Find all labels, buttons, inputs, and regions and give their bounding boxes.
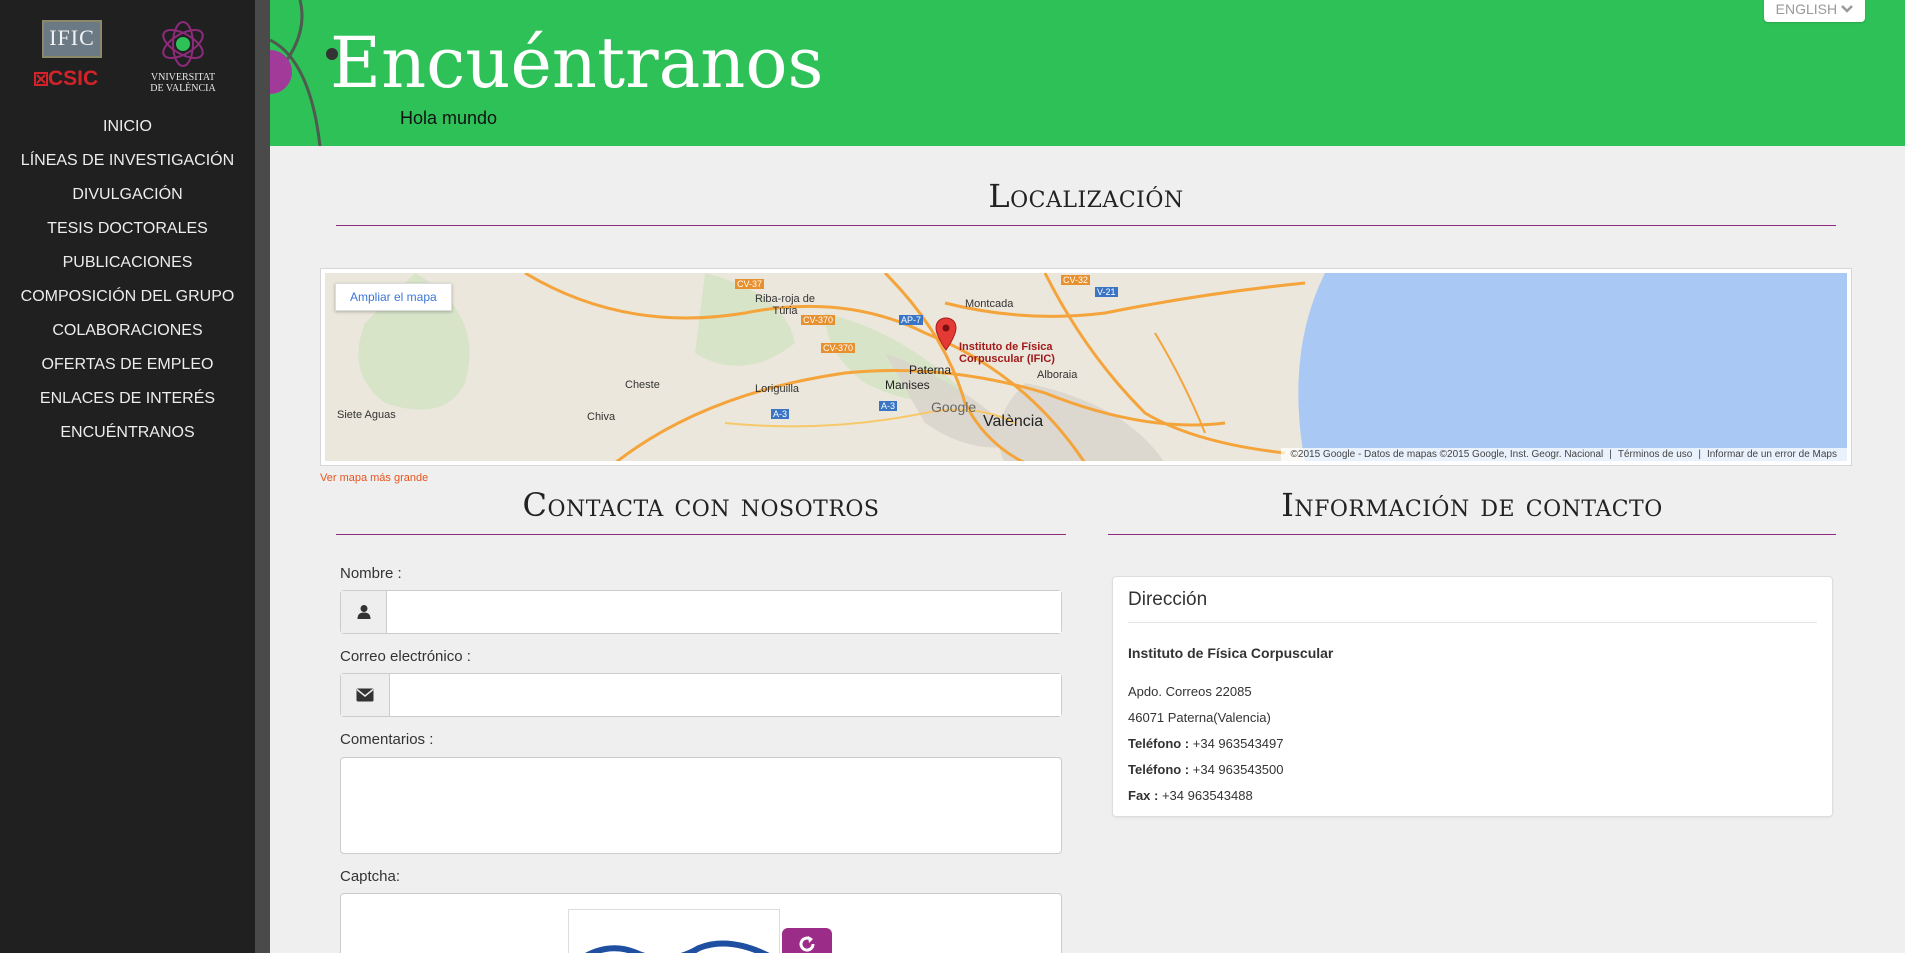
sidebar-item-lineas-investigacion[interactable]: LÍNEAS DE INVESTIGACIÓN xyxy=(0,144,255,178)
fax-row: Fax : +34 963543488 xyxy=(1128,783,1817,809)
address-panel: Dirección Instituto de Física Corpuscula… xyxy=(1112,576,1833,817)
address-line-2: 46071 Paterna(Valencia) xyxy=(1128,710,1271,725)
page-subtitle: Hola mundo xyxy=(400,108,498,128)
map-road-label: AP-7 xyxy=(899,315,924,325)
map-attribution: ©2015 Google - Datos de mapas ©2015 Goog… xyxy=(1280,448,1847,461)
email-addon xyxy=(341,674,390,716)
user-icon xyxy=(357,605,370,619)
chevron-down-icon xyxy=(1841,5,1853,13)
name-addon xyxy=(341,591,387,633)
map-place-label: Cheste xyxy=(625,379,660,391)
map-place-label: València xyxy=(983,413,1044,430)
sidebar-item-ofertas-empleo[interactable]: OFERTAS DE EMPLEO xyxy=(0,348,255,382)
sidebar-item-divulgacion[interactable]: DIVULGACIÓN xyxy=(0,178,255,212)
map-marker-icon[interactable] xyxy=(935,317,957,351)
organization-name: Instituto de Física Corpuscular xyxy=(1128,645,1334,661)
email-input[interactable] xyxy=(390,674,1061,716)
address-line-1: Apdo. Correos 22085 xyxy=(1128,684,1252,699)
captcha-label: Captcha: xyxy=(340,868,401,885)
map-place-label: Loriguilla xyxy=(755,383,800,395)
sidebar-item-publicaciones[interactable]: PUBLICACIONES xyxy=(0,246,255,280)
map-place-label: Riba-roja de Túria xyxy=(755,293,815,317)
contact-form-title: Contacta con nosotros xyxy=(522,486,880,524)
contact-form-divider xyxy=(336,534,1066,535)
contact-info-title: Información de contacto xyxy=(1281,486,1663,524)
map-road-label: CV-37 xyxy=(735,279,765,289)
phone-number-2: +34 963543500 xyxy=(1192,762,1284,777)
logos: IFIC CSIC VNIVERSITAT DE VALÈNCIA xyxy=(30,18,230,98)
captcha-image xyxy=(568,909,780,953)
uv-logo[interactable]: VNIVERSITAT DE VALÈNCIA xyxy=(138,18,228,96)
sidebar-item-enlaces-interes[interactable]: ENLACES DE INTERÉS xyxy=(0,382,255,416)
map-road-label: V-21 xyxy=(1095,287,1118,297)
language-label: ENGLISH xyxy=(1775,1,1838,17)
contact-info-divider xyxy=(1108,534,1836,535)
language-switch-button[interactable]: ENGLISH xyxy=(1763,0,1865,22)
map-place-label: Manises xyxy=(885,378,930,392)
map-place-label: Siete Aguas xyxy=(337,409,396,421)
name-input[interactable] xyxy=(387,591,1061,633)
map-road-label: CV-370 xyxy=(801,315,836,325)
map-road-label: CV-370 xyxy=(821,343,856,353)
map-copyright: ©2015 Google - Datos de mapas ©2015 Goog… xyxy=(1290,449,1604,460)
map-terms-link[interactable]: Términos de uso xyxy=(1612,449,1698,460)
enlarge-map-button[interactable]: Ampliar el mapa xyxy=(335,283,452,311)
sidebar-item-colaboraciones[interactable]: COLABORACIONES xyxy=(0,314,255,348)
envelope-icon xyxy=(356,688,374,702)
sidebar-nav: INICIO LÍNEAS DE INVESTIGACIÓN DIVULGACI… xyxy=(0,110,255,450)
phone-label: Teléfono : xyxy=(1128,762,1190,777)
location-title: Localización xyxy=(988,177,1184,215)
phone-label: Teléfono : xyxy=(1128,736,1190,751)
sidebar-item-inicio[interactable]: INICIO xyxy=(0,110,255,144)
phone-row-1: Teléfono : +34 963543497 xyxy=(1128,731,1817,757)
sidebar-item-composicion-grupo[interactable]: COMPOSICIÓN DEL GRUPO xyxy=(0,280,255,314)
sidebar-item-tesis-doctorales[interactable]: TESIS DOCTORALES xyxy=(0,212,255,246)
map-frame: Riba-roja de Túria Montcada Paterna Mani… xyxy=(320,268,1852,466)
map-place-label: Chiva xyxy=(587,411,616,423)
address-panel-title: Dirección xyxy=(1128,589,1817,623)
ific-logo[interactable]: IFIC xyxy=(42,20,102,58)
google-map-logo: Google xyxy=(931,399,977,415)
comments-label: Comentarios : xyxy=(340,731,434,748)
map-road-label: A-3 xyxy=(771,409,790,419)
sidebar-edge xyxy=(255,0,270,953)
email-input-group xyxy=(340,673,1062,717)
embedded-map[interactable]: Riba-roja de Túria Montcada Paterna Mani… xyxy=(325,273,1847,461)
csic-logo[interactable]: CSIC xyxy=(34,68,114,90)
name-label: Nombre : xyxy=(340,565,402,582)
map-road-label: A-3 xyxy=(879,401,898,411)
refresh-icon xyxy=(799,936,815,952)
map-place-label: Alboraia xyxy=(1037,369,1078,381)
name-input-group xyxy=(340,590,1062,634)
sidebar-item-encuentranos[interactable]: ENCUÉNTRANOS xyxy=(0,416,255,450)
fax-label: Fax : xyxy=(1128,788,1159,803)
email-label: Correo electrónico : xyxy=(340,648,471,665)
captcha-refresh-button[interactable] xyxy=(782,928,832,953)
map-marker-label: Instituto de Física Corpuscular (IFIC) xyxy=(959,341,1055,365)
map-place-label: Montcada xyxy=(965,298,1014,310)
phone-row-2: Teléfono : +34 963543500 xyxy=(1128,757,1817,783)
location-divider xyxy=(336,225,1836,226)
phone-number-1: +34 963543497 xyxy=(1192,736,1284,751)
comments-textarea[interactable] xyxy=(340,757,1062,854)
map-place-label: Paterna xyxy=(909,363,952,377)
fax-number: +34 963543488 xyxy=(1161,788,1253,803)
address-panel-body: Instituto de Física Corpuscular Apdo. Co… xyxy=(1128,645,1817,809)
page-title: Encuéntranos xyxy=(330,22,824,104)
page-header: Encuéntranos Hola mundo ENGLISH xyxy=(270,0,1905,146)
sidebar: IFIC CSIC VNIVERSITAT DE VALÈNCIA INICIO … xyxy=(0,0,270,953)
map-report-link[interactable]: Informar de un error de Maps xyxy=(1701,449,1843,460)
view-larger-map-link[interactable]: Ver mapa más grande xyxy=(320,472,428,484)
map-road-label: CV-32 xyxy=(1061,275,1091,285)
map-roads xyxy=(325,273,1847,461)
